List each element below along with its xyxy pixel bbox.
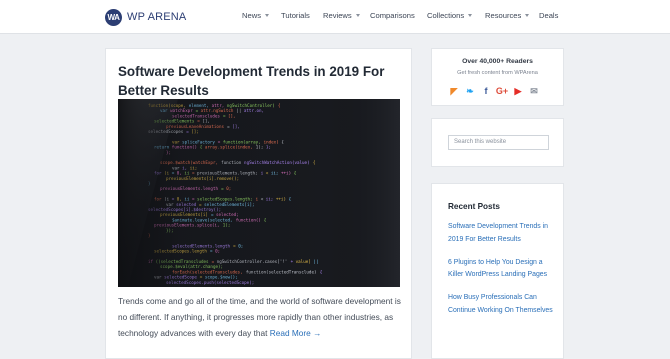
social-icons: ◤ ❧ f G+ ▶ ✉ (448, 85, 540, 97)
search-widget: Search this website (431, 118, 564, 167)
post-title[interactable]: Software Development Trends in 2019 For … (118, 62, 403, 100)
post-card: Software Development Trends in 2019 For … (105, 48, 412, 359)
nav-item-reviews[interactable]: Reviews (323, 11, 360, 20)
email-icon[interactable]: ✉ (528, 85, 540, 97)
nav-item-comparisons[interactable]: Comparisons (370, 11, 415, 20)
code-screen-image: function(scope,element,attr,ngSwitchCont… (118, 99, 400, 287)
nav-item-label: News (242, 11, 261, 20)
recent-post-link[interactable]: Software Development Trends in 2019 For … (448, 221, 556, 247)
recent-posts-title: Recent Posts (448, 202, 500, 211)
nav-item-resources[interactable]: Resources (485, 11, 530, 20)
nav-item-label: Resources (485, 11, 522, 20)
nav-item-label: Reviews (323, 11, 352, 20)
recent-post-link[interactable]: How Busy Professionals Can Continue Work… (448, 292, 556, 318)
site-header: WA WP ARENA News Tutorials Reviews Compa… (0, 0, 670, 34)
nav-item-news[interactable]: News (242, 11, 269, 20)
nav-item-label: Collections (427, 11, 465, 20)
chevron-down-icon (525, 14, 530, 17)
readers-title: Over 40,000+ Readers (462, 58, 533, 65)
nav-item-deals[interactable]: Deals (539, 11, 558, 20)
recent-post-link[interactable]: 6 Plugins to Help You Design a Killer Wo… (448, 257, 556, 283)
post-featured-image[interactable]: function(scope,element,attr,ngSwitchCont… (118, 99, 400, 287)
site-logo[interactable]: WA WP ARENA (105, 8, 186, 26)
rss-icon[interactable]: ◤ (448, 85, 460, 97)
chevron-down-icon (265, 14, 269, 17)
readers-widget: Over 40,000+ Readers Get fresh content f… (431, 48, 564, 106)
nav-item-tutorials[interactable]: Tutorials (281, 11, 310, 20)
logo-text: WP ARENA (127, 11, 187, 23)
read-more-link[interactable]: Read More → (270, 328, 322, 338)
nav-item-collections[interactable]: Collections (427, 11, 473, 20)
facebook-icon[interactable]: f (480, 85, 492, 97)
excerpt-text: Trends come and go all of the time, and … (118, 296, 401, 338)
recent-posts-widget: Recent Posts Software Development Trends… (431, 183, 564, 359)
recent-posts-list: Software Development Trends in 2019 For … (448, 221, 556, 328)
chevron-down-icon (468, 14, 473, 17)
google-plus-icon[interactable]: G+ (496, 85, 508, 97)
twitter-icon[interactable]: ❧ (464, 85, 476, 97)
post-excerpt: Trends come and go all of the time, and … (118, 293, 408, 341)
nav-item-label: Tutorials (281, 11, 310, 20)
youtube-icon[interactable]: ▶ (512, 85, 524, 97)
logo-mark-icon: WA (105, 8, 122, 26)
nav-item-label: Comparisons (370, 11, 415, 20)
nav-item-label: Deals (539, 11, 559, 20)
chevron-down-icon (355, 14, 360, 17)
search-input[interactable]: Search this website (448, 135, 549, 150)
readers-subtitle: Get fresh content from WPArena (457, 70, 538, 76)
